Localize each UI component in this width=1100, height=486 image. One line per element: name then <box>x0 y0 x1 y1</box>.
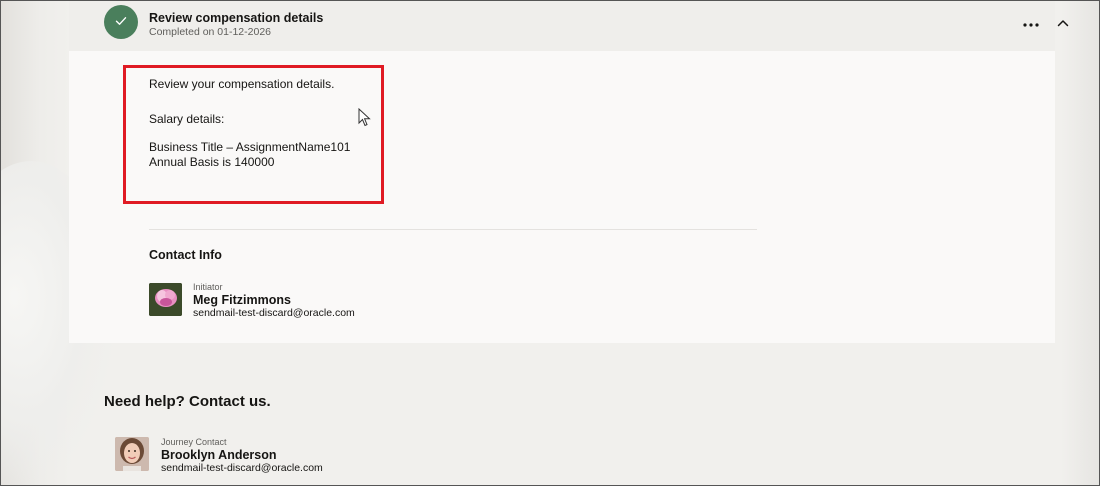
journey-contact-role-label: Journey Contact <box>161 437 227 447</box>
initiator-avatar <box>149 283 182 316</box>
task-title: Review compensation details <box>149 11 324 25</box>
task-completion-status: Completed on 01-12-2026 <box>149 26 272 38</box>
mouse-cursor-icon <box>358 107 372 133</box>
page-frame: Review compensation details Completed on… <box>0 0 1100 486</box>
section-divider <box>149 229 757 230</box>
journey-contact-email[interactable]: sendmail-test-discard@oracle.com <box>161 462 323 474</box>
completed-status-badge <box>104 5 138 39</box>
journey-contact-avatar <box>115 437 149 471</box>
chevron-up-icon <box>1057 14 1069 32</box>
more-options-icon <box>1023 14 1039 32</box>
journey-contact-name[interactable]: Brooklyn Anderson <box>161 448 277 462</box>
initiator-role-label: Initiator <box>193 282 223 292</box>
collapse-button[interactable] <box>1053 13 1073 33</box>
help-heading: Need help? Contact us. <box>104 393 271 410</box>
more-options-button[interactable] <box>1019 13 1043 33</box>
initiator-email[interactable]: sendmail-test-discard@oracle.com <box>193 307 355 319</box>
initiator-name[interactable]: Meg Fitzimmons <box>193 293 291 307</box>
contact-info-heading: Contact Info <box>149 248 222 262</box>
annotation-highlight <box>123 65 384 204</box>
check-icon <box>115 13 127 31</box>
